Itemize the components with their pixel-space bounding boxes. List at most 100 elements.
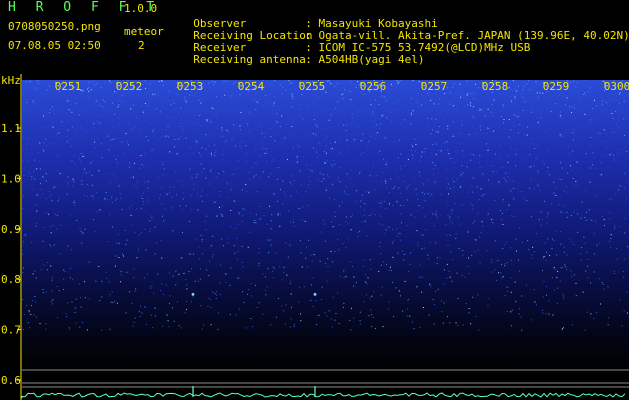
noise-dot bbox=[479, 108, 481, 110]
noise-dot bbox=[300, 313, 301, 315]
noise-dot bbox=[506, 311, 508, 312]
noise-dot bbox=[154, 89, 156, 91]
noise-dot bbox=[289, 221, 291, 223]
noise-dot bbox=[520, 316, 522, 318]
noise-dot bbox=[455, 322, 457, 324]
noise-dot bbox=[334, 251, 336, 253]
noise-dot bbox=[418, 94, 420, 96]
noise-dot bbox=[73, 181, 75, 183]
noise-dot bbox=[292, 94, 294, 96]
noise-dot bbox=[125, 133, 127, 135]
noise-dot bbox=[435, 113, 437, 115]
noise-dot bbox=[403, 259, 405, 261]
noise-dot bbox=[205, 148, 207, 150]
noise-dot bbox=[86, 80, 88, 82]
noise-dot bbox=[146, 81, 148, 83]
noise-dot bbox=[296, 158, 298, 160]
noise-dot bbox=[134, 317, 136, 319]
noise-dot bbox=[45, 291, 47, 293]
noise-dot bbox=[238, 277, 240, 279]
noise-dot bbox=[40, 269, 42, 271]
noise-dot bbox=[265, 153, 266, 155]
noise-dot bbox=[593, 271, 595, 273]
noise-dot bbox=[437, 289, 439, 291]
noise-dot bbox=[560, 116, 562, 118]
noise-dot bbox=[245, 152, 247, 154]
noise-dot bbox=[595, 119, 597, 120]
noise-dot bbox=[372, 113, 374, 115]
noise-dot bbox=[585, 153, 587, 154]
noise-dot bbox=[271, 147, 273, 149]
noise-dot bbox=[329, 197, 331, 199]
noise-dot bbox=[124, 229, 126, 231]
noise-dot bbox=[537, 139, 539, 141]
noise-dot bbox=[235, 227, 237, 229]
noise-dot bbox=[146, 201, 148, 203]
noise-dot bbox=[104, 101, 106, 103]
noise-dot bbox=[219, 294, 221, 296]
noise-dot bbox=[151, 285, 153, 287]
noise-dot bbox=[476, 92, 478, 94]
noise-dot bbox=[479, 262, 481, 264]
noise-dot bbox=[603, 288, 605, 290]
noise-dot bbox=[613, 158, 615, 160]
noise-dot bbox=[264, 289, 266, 291]
noise-dot bbox=[545, 313, 547, 315]
noise-dot bbox=[36, 89, 37, 91]
noise-dot bbox=[582, 291, 584, 293]
noise-dot bbox=[626, 114, 628, 116]
noise-dot bbox=[104, 81, 106, 83]
noise-dot bbox=[597, 117, 599, 119]
noise-dot bbox=[544, 242, 546, 244]
noise-dot bbox=[556, 254, 558, 256]
noise-dot bbox=[102, 106, 104, 108]
noise-dot bbox=[525, 100, 527, 102]
noise-dot bbox=[283, 81, 285, 83]
noise-dot bbox=[138, 129, 140, 131]
noise-dot bbox=[588, 209, 590, 211]
noise-dot bbox=[432, 299, 434, 300]
noise-dot bbox=[235, 314, 237, 316]
noise-dot bbox=[427, 126, 429, 128]
noise-dot bbox=[242, 214, 244, 216]
noise-dot bbox=[276, 81, 277, 83]
noise-dot bbox=[609, 212, 611, 213]
noise-dot bbox=[575, 282, 577, 284]
noise-dot bbox=[203, 168, 205, 170]
noise-dot bbox=[409, 89, 411, 90]
noise-dot bbox=[539, 92, 541, 94]
noise-dot bbox=[480, 232, 482, 234]
noise-dot bbox=[195, 139, 197, 141]
noise-dot bbox=[590, 137, 592, 138]
noise-dot bbox=[515, 153, 517, 155]
noise-dot bbox=[526, 83, 528, 85]
noise-dot bbox=[343, 191, 345, 193]
noise-dot bbox=[374, 328, 376, 329]
noise-dot bbox=[36, 222, 38, 224]
noise-dot bbox=[122, 100, 124, 102]
noise-dot bbox=[531, 254, 533, 256]
noise-dot bbox=[189, 253, 191, 255]
noise-dot bbox=[610, 155, 612, 157]
noise-dot bbox=[113, 138, 115, 140]
noise-dot bbox=[412, 154, 414, 156]
noise-dot bbox=[565, 266, 567, 268]
noise-dot bbox=[561, 329, 563, 331]
noise-dot bbox=[268, 252, 270, 254]
noise-dot bbox=[345, 246, 347, 248]
noise-dot bbox=[173, 186, 175, 188]
noise-dot bbox=[129, 166, 130, 168]
noise-dot bbox=[287, 256, 289, 258]
noise-dot bbox=[208, 82, 210, 84]
noise-dot bbox=[34, 270, 36, 272]
noise-dot bbox=[518, 89, 520, 91]
noise-dot bbox=[444, 93, 446, 95]
noise-dot bbox=[486, 250, 488, 252]
noise-dot bbox=[399, 204, 401, 206]
noise-dot bbox=[297, 156, 298, 158]
noise-dot bbox=[234, 252, 236, 254]
noise-dot bbox=[222, 135, 223, 137]
noise-dot bbox=[225, 281, 227, 283]
noise-dot bbox=[236, 125, 238, 127]
noise-dot bbox=[530, 127, 532, 129]
